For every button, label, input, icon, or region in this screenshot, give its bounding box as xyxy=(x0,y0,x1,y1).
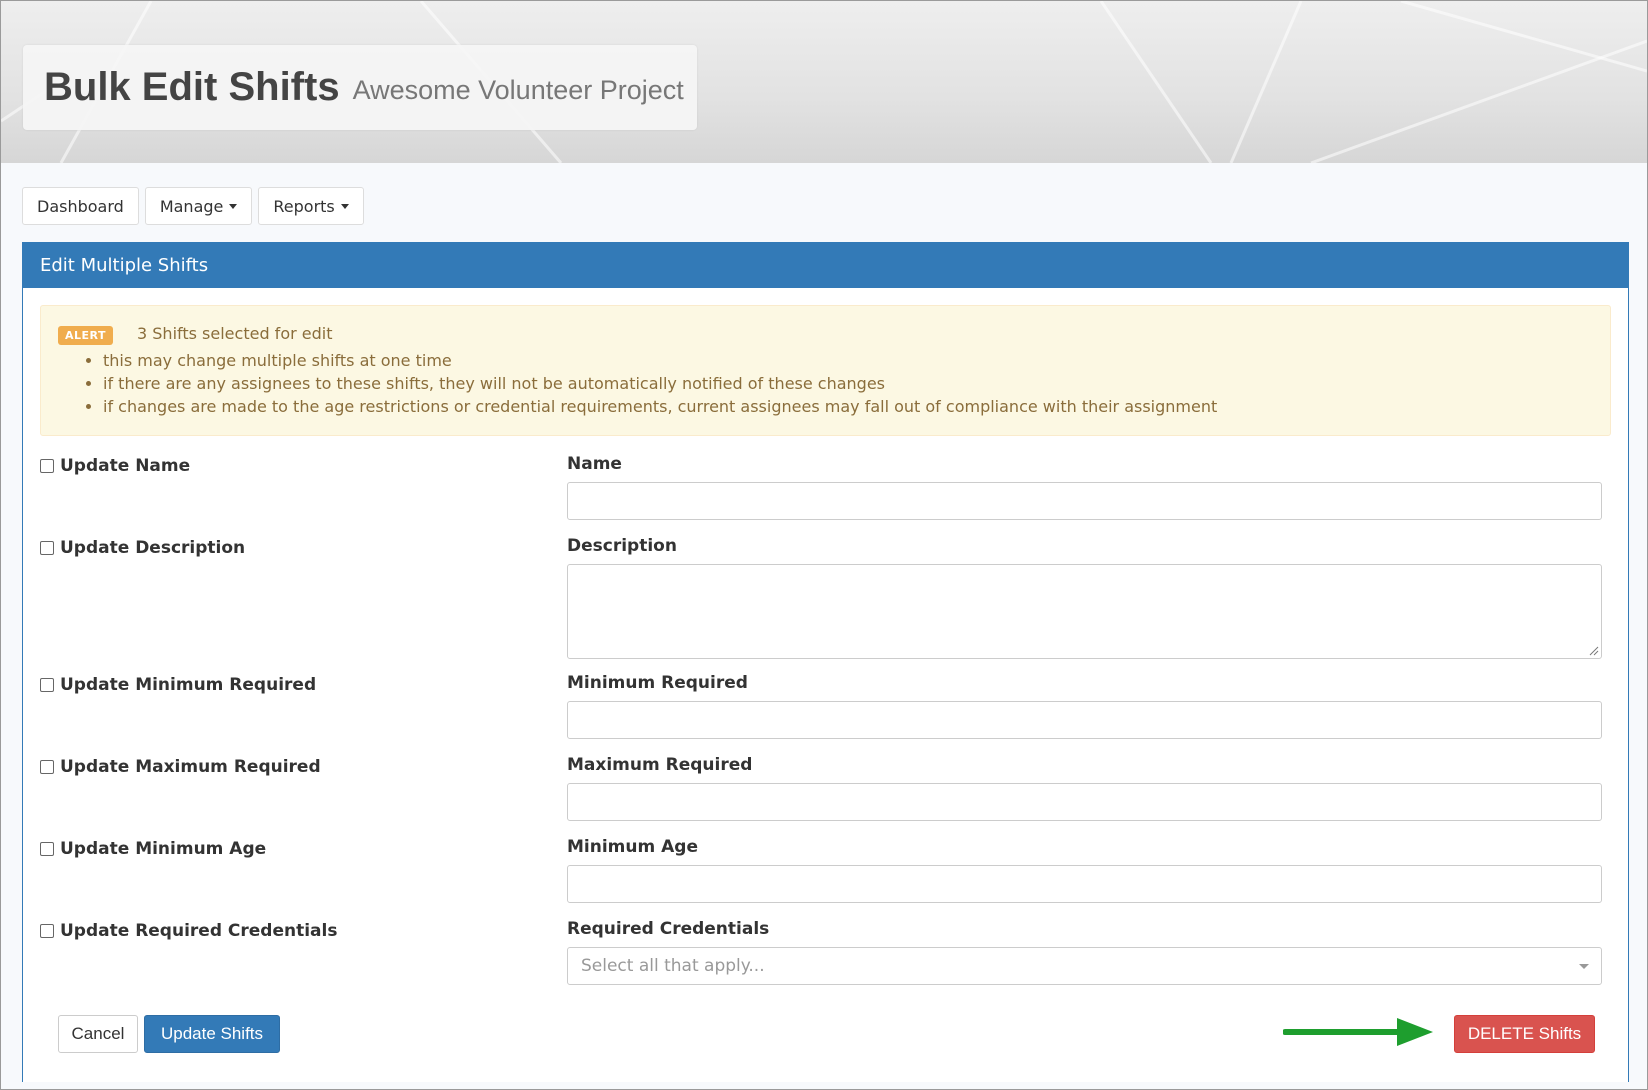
project-name: Awesome Volunteer Project xyxy=(352,75,684,105)
alert-badge: ALERT xyxy=(58,326,114,345)
minimum-age-field-label: Minimum Age xyxy=(567,837,698,857)
caret-down-icon xyxy=(340,203,349,209)
update-name-label: Update Name xyxy=(60,456,191,476)
nav-dashboard-label: Dashboard xyxy=(37,196,124,216)
update-name-checkbox-label[interactable]: Update Name xyxy=(40,456,190,476)
update-maximum-required-checkbox-label[interactable]: Update Maximum Required xyxy=(40,757,321,777)
update-minimum-required-label: Update Minimum Required xyxy=(60,675,317,695)
alert-bullet: if changes are made to the age restricti… xyxy=(103,395,1217,418)
update-required-credentials-checkbox-label[interactable]: Update Required Credentials xyxy=(40,921,337,941)
required-credentials-field-label: Required Credentials xyxy=(567,919,770,939)
required-credentials-placeholder: Select all that apply... xyxy=(581,956,765,976)
update-required-credentials-label: Update Required Credentials xyxy=(60,921,338,941)
arrow-right-icon xyxy=(1283,1018,1433,1046)
delete-shifts-button[interactable]: DELETE Shifts xyxy=(1454,1015,1595,1053)
alert-list: this may change multiple shifts at one t… xyxy=(103,349,1217,418)
caret-down-icon xyxy=(1579,964,1589,969)
nav-dashboard-button[interactable]: Dashboard xyxy=(22,187,139,225)
minimum-age-input[interactable] xyxy=(567,865,1602,903)
update-minimum-required-checkbox-label[interactable]: Update Minimum Required xyxy=(40,675,316,695)
edit-panel: Edit Multiple Shifts ALERT 3 Shifts sele… xyxy=(22,242,1629,1082)
cancel-button[interactable]: Cancel xyxy=(58,1015,138,1053)
update-description-checkbox[interactable] xyxy=(40,541,54,555)
name-field-label: Name xyxy=(567,454,622,474)
required-credentials-select[interactable]: Select all that apply... xyxy=(567,947,1602,985)
nav-reports-label: Reports xyxy=(273,196,335,216)
maximum-required-field-label: Maximum Required xyxy=(567,755,753,775)
alert-box: ALERT 3 Shifts selected for edit this ma… xyxy=(40,305,1611,436)
update-minimum-required-checkbox[interactable] xyxy=(40,678,54,692)
minimum-required-input[interactable] xyxy=(567,701,1602,739)
minimum-required-field-label: Minimum Required xyxy=(567,673,748,693)
update-minimum-age-label: Update Minimum Age xyxy=(60,839,267,859)
update-maximum-required-checkbox[interactable] xyxy=(40,760,54,774)
nav-manage-dropdown[interactable]: Manage xyxy=(144,187,253,225)
update-minimum-age-checkbox[interactable] xyxy=(40,842,54,856)
nav-reports-dropdown[interactable]: Reports xyxy=(258,187,364,225)
caret-down-icon xyxy=(229,203,238,209)
name-input[interactable] xyxy=(567,482,1602,520)
description-field-label: Description xyxy=(567,536,677,556)
page-title: Bulk Edit Shifts xyxy=(44,65,340,109)
resize-grip-icon[interactable] xyxy=(1589,646,1599,656)
top-nav: Dashboard Manage Reports xyxy=(22,187,364,225)
update-required-credentials-checkbox[interactable] xyxy=(40,924,54,938)
update-minimum-age-checkbox-label[interactable]: Update Minimum Age xyxy=(40,839,266,859)
update-description-label: Update Description xyxy=(60,538,246,558)
title-box: Bulk Edit Shifts Awesome Volunteer Proje… xyxy=(23,45,697,130)
update-name-checkbox[interactable] xyxy=(40,459,54,473)
panel-heading: Edit Multiple Shifts xyxy=(23,243,1628,288)
alert-bullet: this may change multiple shifts at one t… xyxy=(103,349,1217,372)
alert-bullet: if there are any assignees to these shif… xyxy=(103,372,1217,395)
alert-headline: 3 Shifts selected for edit xyxy=(137,324,333,343)
update-shifts-button[interactable]: Update Shifts xyxy=(144,1015,280,1053)
header-banner: Bulk Edit Shifts Awesome Volunteer Proje… xyxy=(1,1,1647,163)
description-textarea[interactable] xyxy=(567,564,1602,659)
update-description-checkbox-label[interactable]: Update Description xyxy=(40,538,245,558)
update-maximum-required-label: Update Maximum Required xyxy=(60,757,321,777)
nav-manage-label: Manage xyxy=(159,196,224,216)
maximum-required-input[interactable] xyxy=(567,783,1602,821)
